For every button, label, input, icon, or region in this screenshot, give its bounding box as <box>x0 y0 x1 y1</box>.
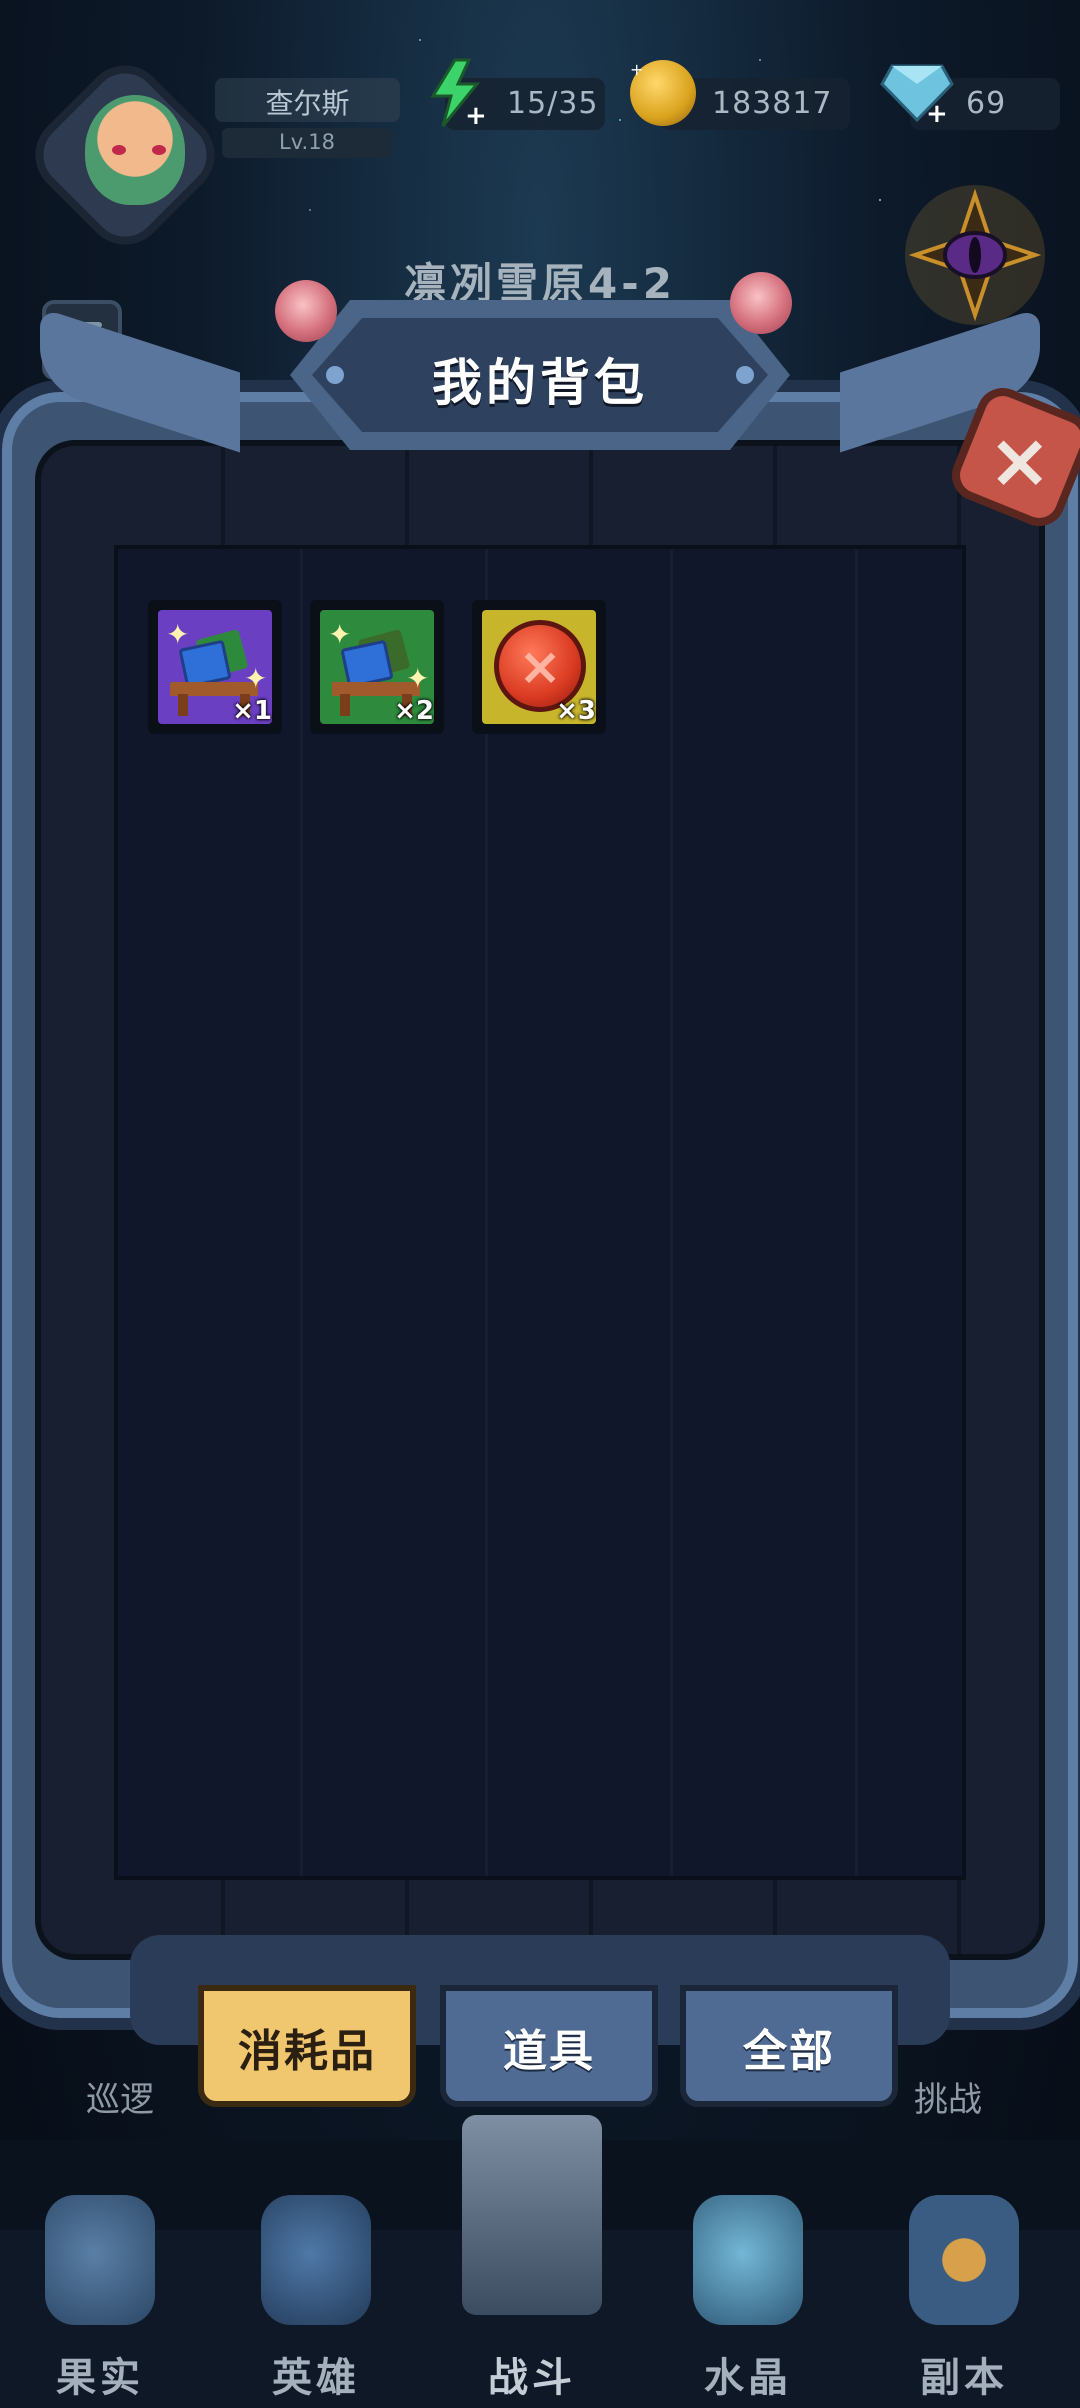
avatar-eye <box>112 145 126 155</box>
nav-fruit[interactable]: 果实 <box>0 2185 200 2408</box>
avatar-eye <box>152 145 166 155</box>
crystal-icon <box>693 2195 803 2325</box>
gold-coin-icon[interactable]: + <box>630 60 696 126</box>
nav-label: 果实 <box>56 2355 144 2401</box>
book-desk-icon <box>340 628 412 689</box>
nav-label: 战斗 <box>488 2355 576 2401</box>
nav-label: 英雄 <box>272 2355 360 2401</box>
battle-icon <box>462 2115 602 2315</box>
item-count: ×1 <box>232 696 272 726</box>
panel-title: 我的背包 <box>432 354 648 412</box>
dungeon-icon <box>909 2195 1019 2325</box>
diamond-value: 69 <box>966 86 1007 121</box>
nav-battle[interactable]: 战斗 <box>432 2115 632 2408</box>
energy-value: 15/35 <box>507 86 599 121</box>
svg-text:+: + <box>465 101 485 128</box>
nav-crystal[interactable]: 水晶 <box>648 2185 848 2408</box>
item-count: ×3 <box>556 696 596 726</box>
inventory-grid <box>114 545 966 1880</box>
player-avatar[interactable] <box>18 40 232 262</box>
svg-text:+: + <box>926 99 948 124</box>
inventory-item[interactable]: × ×3 <box>472 600 606 734</box>
tab-label: 消耗品 <box>238 2026 376 2077</box>
tab-all[interactable]: 全部 <box>680 1985 898 2107</box>
player-level: Lv.18 <box>279 130 335 154</box>
close-icon: × <box>987 415 1052 505</box>
demon-eye-icon[interactable] <box>900 180 1050 330</box>
avatar-portrait <box>85 95 185 205</box>
diamond-icon[interactable]: + <box>880 60 954 124</box>
challenge-label[interactable]: 挑战 <box>914 2072 982 2121</box>
add-gold-icon: + <box>630 60 644 79</box>
hero-icon <box>261 2195 371 2325</box>
tab-label: 道具 <box>503 2026 595 2077</box>
inventory-item[interactable]: ✦ ✦ ×1 <box>148 600 282 734</box>
nav-label: 水晶 <box>704 2355 792 2401</box>
fruit-icon <box>45 2195 155 2325</box>
nav-dungeon[interactable]: 副本 <box>864 2185 1064 2408</box>
player-name: 查尔斯 <box>265 87 350 120</box>
gold-value: 183817 <box>712 86 833 121</box>
rose-decoration-icon <box>730 272 792 334</box>
item-count: ×2 <box>394 696 434 726</box>
patrol-label[interactable]: 巡逻 <box>86 2072 154 2121</box>
energy-bolt-icon[interactable]: + <box>425 58 485 128</box>
tab-consumables[interactable]: 消耗品 <box>198 1985 416 2107</box>
tab-label: 全部 <box>743 2026 835 2077</box>
rose-decoration-icon <box>275 280 337 342</box>
book-desk-icon <box>178 628 250 689</box>
inventory-item[interactable]: ✦ ✦ ×2 <box>310 600 444 734</box>
nav-label: 副本 <box>920 2355 1008 2401</box>
nav-hero[interactable]: 英雄 <box>216 2185 416 2408</box>
tab-props[interactable]: 道具 <box>440 1985 658 2107</box>
